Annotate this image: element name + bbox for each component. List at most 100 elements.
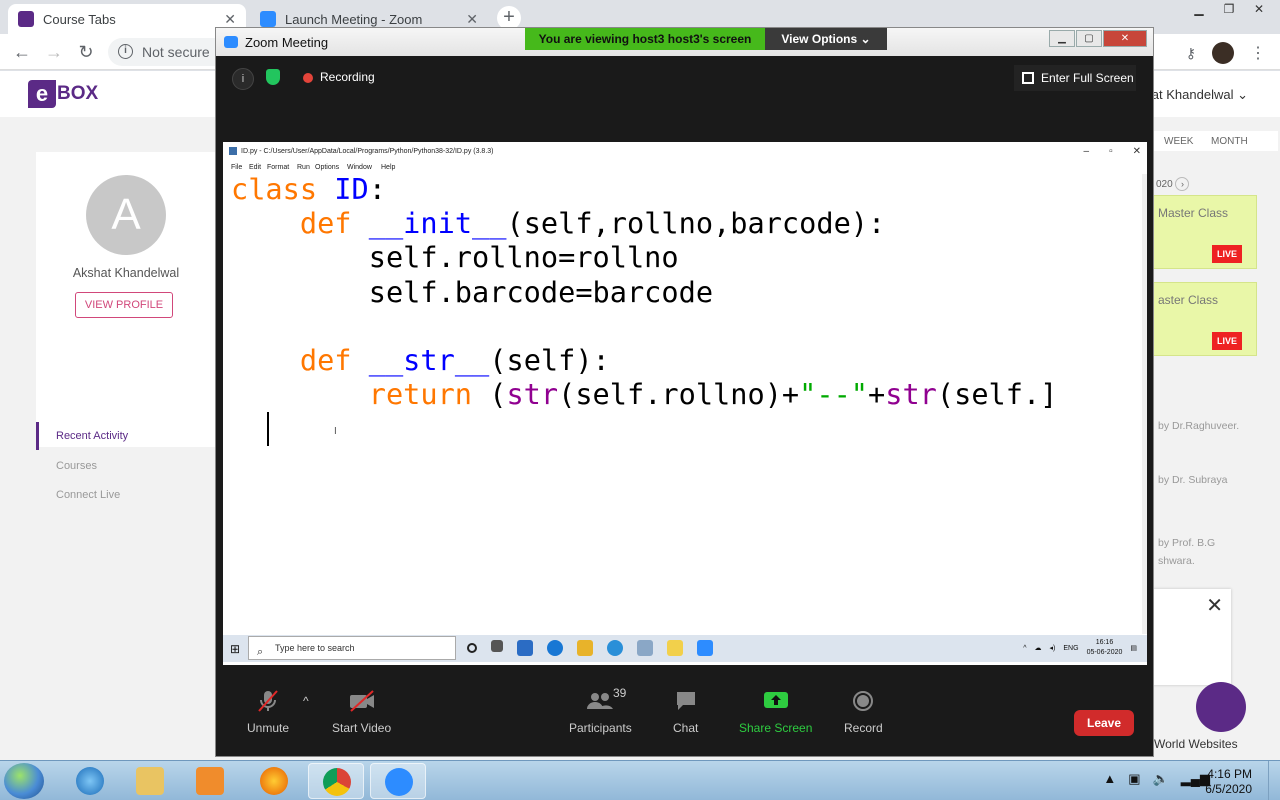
system-clock[interactable]: 4:16 PM 6/5/2020 xyxy=(1205,767,1252,797)
network-icon: ☁ xyxy=(1034,645,1042,652)
info-icon[interactable]: i xyxy=(232,68,254,90)
minimize-button[interactable]: ▁ xyxy=(1049,30,1075,47)
menu-options: Options xyxy=(315,164,340,171)
start-video-button[interactable]: Start Video xyxy=(332,690,391,735)
chat-label: Chat xyxy=(673,721,699,735)
view-options-button[interactable]: View Options ⌄ xyxy=(765,28,887,50)
recording-label: Recording xyxy=(320,70,375,84)
clock-time: 4:16 PM xyxy=(1207,767,1252,781)
share-screen-label: Share Screen xyxy=(739,721,813,735)
back-arrow-icon[interactable]: ← xyxy=(10,40,34,64)
key-icon[interactable]: ⚷ xyxy=(1186,45,1196,62)
close-button[interactable]: ✕ xyxy=(1103,30,1147,47)
show-hidden-icons-icon[interactable]: ▲ xyxy=(1103,771,1116,787)
forward-arrow-icon[interactable]: → xyxy=(42,40,66,64)
taskbar-item-active[interactable] xyxy=(308,763,364,799)
participants-count: 39 xyxy=(613,686,627,700)
search-placeholder: Type here to search xyxy=(275,643,355,653)
menu-format: Format xyxy=(267,164,290,171)
browser-icon xyxy=(607,640,623,656)
profile-avatar-large: A xyxy=(86,175,166,255)
minimize-button[interactable]: ▁ xyxy=(1186,0,1212,18)
code-editor: class ID: def __init__(self,rollno,barco… xyxy=(231,172,1058,412)
taskbar-item[interactable] xyxy=(62,763,118,799)
menu-file: File xyxy=(231,164,243,171)
volume-icon: ◂) xyxy=(1049,645,1056,652)
chat-button[interactable]: Chat xyxy=(673,690,698,735)
participants-icon xyxy=(587,693,614,709)
menu-recent-activity[interactable]: Recent Activity xyxy=(56,430,128,442)
lang-label: ENG xyxy=(1063,644,1079,652)
zoom-window-controls: ▁ ▢ ✕ xyxy=(1048,30,1147,47)
audio-options-caret-icon[interactable]: ^ xyxy=(303,694,309,708)
keyword: return xyxy=(368,377,473,412)
close-tab-icon[interactable]: ✕ xyxy=(466,11,478,28)
calendar-view-tabs: WEEK MONTH xyxy=(1154,131,1278,151)
zoom-favicon-icon xyxy=(260,11,276,27)
reload-icon[interactable]: ↻ xyxy=(74,40,98,64)
windows-start-icon[interactable] xyxy=(4,763,44,799)
menu-connect-live[interactable]: Connect Live xyxy=(56,489,120,501)
logo-text: BOX xyxy=(57,83,99,104)
volume-icon[interactable]: 🔈 xyxy=(1153,771,1169,787)
taskbar-item[interactable] xyxy=(122,763,178,799)
mail-icon xyxy=(517,640,533,656)
keyword: class xyxy=(231,172,318,206)
instructor-line: shwara. xyxy=(1158,555,1195,567)
participants-label: Participants xyxy=(569,721,632,735)
ebox-favicon-icon xyxy=(18,11,34,27)
info-icon[interactable]: i xyxy=(118,44,133,59)
security-shield-icon[interactable] xyxy=(266,69,280,85)
security-label: Not secure xyxy=(142,44,210,60)
taskbar-item[interactable] xyxy=(182,763,238,799)
class-card[interactable]: Master Class LIVE xyxy=(1153,195,1257,269)
tab-course-tabs[interactable]: Course Tabs ✕ xyxy=(8,4,246,34)
ebox-logo[interactable]: e BOX xyxy=(28,80,98,108)
view-options-label: View Options xyxy=(781,32,858,46)
taskbar-item-active[interactable] xyxy=(370,763,426,799)
participants-button[interactable]: 39 Participants xyxy=(569,686,632,735)
share-screen-button[interactable]: Share Screen xyxy=(739,690,812,735)
zoom-meeting-window: Zoom Meeting You are viewing host3 host3… xyxy=(215,27,1154,757)
code-text: (self.] xyxy=(936,377,1058,412)
maximize-button[interactable]: ▢ xyxy=(1076,30,1102,47)
close-button[interactable]: ✕ xyxy=(1246,0,1272,18)
system-tray: ▲ ▣ 🔈 ▂▄▆ xyxy=(1103,771,1210,787)
show-desktop-button[interactable] xyxy=(1268,761,1280,800)
view-profile-button[interactable]: VIEW PROFILE xyxy=(75,292,173,318)
taskbar-item[interactable] xyxy=(246,763,302,799)
menu-courses[interactable]: Courses xyxy=(56,460,97,472)
leave-meeting-button[interactable]: Leave xyxy=(1074,710,1134,736)
meeting-top-bar: i Recording Enter Full Screen xyxy=(223,58,1146,140)
course-title: World Websites xyxy=(1154,737,1238,751)
keyword: def xyxy=(299,343,352,378)
close-button: ✕ xyxy=(1132,146,1141,157)
tab-month[interactable]: MONTH xyxy=(1211,136,1248,147)
tab-week[interactable]: WEEK xyxy=(1164,136,1193,147)
class-card[interactable]: aster Class LIVE xyxy=(1153,282,1257,356)
shared-screen: ID.py - C:/Users/User/AppData/Local/Prog… xyxy=(223,142,1147,665)
close-icon[interactable]: ✕ xyxy=(1206,593,1223,618)
class-title: aster Class xyxy=(1158,293,1219,307)
unmute-button[interactable]: Unmute xyxy=(247,690,289,735)
python-icon xyxy=(667,640,683,656)
profile-avatar[interactable] xyxy=(1212,42,1234,64)
menu-edit: Edit xyxy=(249,164,262,171)
chat-fab-button[interactable] xyxy=(1196,682,1246,732)
device-icon[interactable]: ▣ xyxy=(1128,771,1140,787)
date-text: 020 xyxy=(1156,179,1173,190)
record-label: Record xyxy=(844,721,883,735)
clock-date: 6/5/2020 xyxy=(1205,782,1252,796)
record-button[interactable]: Record xyxy=(844,690,883,735)
maximize-button[interactable]: ❐ xyxy=(1216,0,1242,18)
code-line: self.rollno=rollno xyxy=(368,240,679,275)
chevron-up-icon: ^ xyxy=(1023,644,1027,652)
active-indicator xyxy=(36,422,39,450)
enter-full-screen-button[interactable]: Enter Full Screen xyxy=(1014,65,1136,91)
menu-dots-icon[interactable]: ⋮ xyxy=(1250,43,1266,63)
close-tab-icon[interactable]: ✕ xyxy=(224,11,236,28)
chevron-right-icon[interactable]: › xyxy=(1175,177,1190,191)
function-name: __str__ xyxy=(368,343,490,378)
tab-title: Launch Meeting - Zoom xyxy=(285,11,423,27)
file-explorer-icon xyxy=(577,640,593,656)
